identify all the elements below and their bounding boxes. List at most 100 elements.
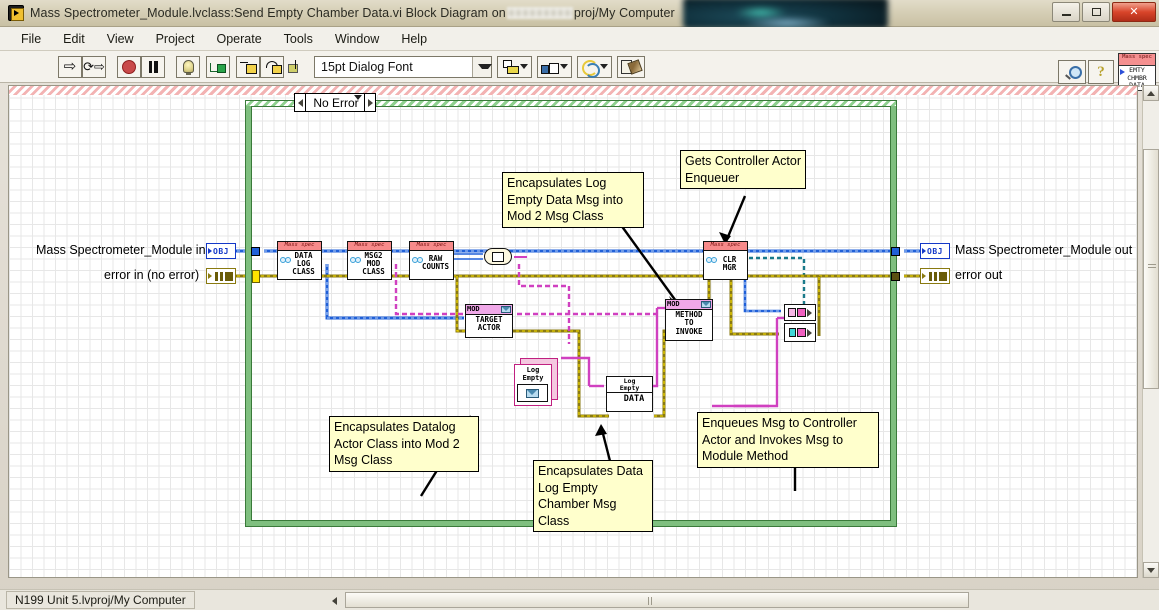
pause-button[interactable] [141,55,165,78]
menu-edit[interactable]: Edit [52,29,96,49]
title-bar: Mass Spectrometer_Module.lvclass:Send Em… [0,0,1159,30]
tunnel-object-out[interactable] [891,247,900,256]
subvi-msg2-mod-class[interactable]: Mass spec MSG2 MOD CLASS [347,241,392,280]
case-selector-next[interactable] [364,94,375,111]
pause-icon [148,60,158,73]
msg-block-light [788,308,796,317]
mod-header-method-to-invoke: MOD [666,300,712,310]
envelope-icon [526,388,539,398]
property-node-method-to-invoke[interactable]: MOD METHOD TO INVOKE [665,299,713,341]
subvi-header-data-log-class: Mass spec [278,242,321,251]
input-terminal-object[interactable]: OBJ [206,243,236,259]
search-button[interactable] [1058,60,1086,84]
class-constant-label: Log Empty [522,366,544,382]
comment-encapsulates-datalog-actor[interactable]: Encapsulates Datalog Actor Class into Mo… [329,416,479,472]
align-objects-button[interactable] [497,55,532,78]
retain-wire-values-button[interactable] [206,55,230,78]
output-terminal-error[interactable] [920,268,950,284]
menu-view[interactable]: View [96,29,145,49]
clean-up-diagram-button[interactable] [617,55,645,78]
case-selector-dropdown[interactable] [354,95,362,114]
font-dropdown-arrow[interactable] [472,56,492,77]
status-scroll-left-icon[interactable] [332,597,337,605]
block-diagram-canvas[interactable]: No Error Mass Spectrometer_Module in OBJ… [8,85,1138,578]
step-out-button[interactable] [284,56,308,78]
accessor-node-log-empty-data[interactable]: Log Empty DATA [606,376,653,412]
chevron-down-icon [600,64,608,69]
tunnel-error-in[interactable] [252,270,260,283]
lightbulb-icon [182,60,194,75]
subvi-clr-mgr[interactable]: Mass spec CLR MGR [703,241,748,280]
mod-header-target-actor: MOD [466,305,512,315]
run-group: ⇨ ⟳⇨ [58,55,106,78]
font-value: 15pt Dialog Font [321,59,413,74]
arrow-right-icon [807,308,812,317]
case-selector[interactable]: No Error [294,93,376,114]
horizontal-scrollbar[interactable] [345,592,969,608]
menu-project[interactable]: Project [145,29,206,49]
maximize-button[interactable] [1082,2,1110,22]
unbundle-node[interactable] [484,248,512,265]
abort-group [117,55,165,78]
menu-file[interactable]: File [10,29,52,49]
chevron-down-icon [560,64,568,69]
subvi-raw-counts[interactable]: Mass spec RAW COUNTS [409,241,454,280]
menu-window[interactable]: Window [324,29,390,49]
msg-block-cyan [788,328,796,337]
step-over-button[interactable] [260,55,284,78]
subvi-header-raw-counts: Mass spec [410,242,453,251]
tunnel-object-in[interactable] [251,247,260,256]
step-into-button[interactable] [236,55,260,78]
run-continuously-button[interactable]: ⟳⇨ [82,55,106,78]
step-group [236,55,308,78]
glasses-icon [350,257,361,263]
output-label-object: Mass Spectrometer_Module out [955,243,1133,257]
chevron-down-icon [478,64,492,69]
run-button[interactable]: ⇨ [58,55,82,78]
scroll-up-button[interactable] [1143,85,1159,101]
invoke-message-node[interactable] [784,323,816,342]
run-arrow-icon: ⇨ [63,57,77,75]
font-selector[interactable]: 15pt Dialog Font [314,55,492,78]
msg-block [797,308,806,317]
envelope-icon [501,306,511,313]
menu-help[interactable]: Help [390,29,438,49]
comment-encapsulates-data-log-empty-chamber[interactable]: Encapsulates Data Log Empty Chamber Msg … [533,460,653,532]
mod-body-target-actor: TARGET ACTOR [475,315,503,333]
menu-tools[interactable]: Tools [273,29,324,49]
status-bar: N199 Unit 5.lvproj/My Computer [0,589,1159,610]
status-project-label: N199 Unit 5.lvproj/My Computer [6,591,195,609]
distribute-objects-button[interactable] [537,55,572,78]
chevron-down-icon [354,95,362,114]
terminal-text-obj-out: OBJ [927,246,943,256]
tunnel-error-out[interactable] [891,272,900,281]
subvi-body-msg2-mod-class: MSG2 MOD CLASS [362,250,385,276]
subvi-body-data-log-class: DATA LOG CLASS [292,250,315,276]
redacted-path [506,7,573,19]
comment-gets-controller-actor-enqueuer[interactable]: Gets Controller Actor Enqueuer [680,150,806,189]
reorder-button[interactable] [577,55,612,78]
comment-enqueues-msg-to-controller[interactable]: Enqueues Msg to Controller Actor and Inv… [697,412,879,468]
minimize-button[interactable] [1052,2,1080,22]
output-terminal-object[interactable]: OBJ [920,243,950,259]
scroll-down-button[interactable] [1143,562,1159,578]
property-node-target-actor[interactable]: MOD TARGET ACTOR [465,304,513,338]
input-label-error: error in (no error) [104,268,200,282]
input-terminal-error[interactable] [206,268,236,284]
context-help-button[interactable]: ? [1088,60,1114,84]
vertical-scrollbar[interactable] [1142,85,1159,578]
case-selector-prev[interactable] [295,94,306,111]
close-button[interactable]: ✕ [1112,2,1156,22]
envelope-icon [701,301,711,308]
accessor-body: DATA [623,394,645,404]
subvi-data-log-class[interactable]: Mass spec DATA LOG CLASS [277,241,322,280]
question-mark-icon: ? [1097,63,1105,80]
highlight-execution-button[interactable] [176,55,200,78]
enqueue-message-node[interactable] [784,304,816,321]
abort-execution-button[interactable] [117,55,141,78]
step-into-icon [240,60,257,74]
menu-operate[interactable]: Operate [205,29,272,49]
comment-encapsulates-log-empty-data[interactable]: Encapsulates Log Empty Data Msg into Mod… [502,172,644,228]
vertical-scroll-thumb[interactable] [1143,149,1159,389]
step-over-icon [264,60,282,74]
